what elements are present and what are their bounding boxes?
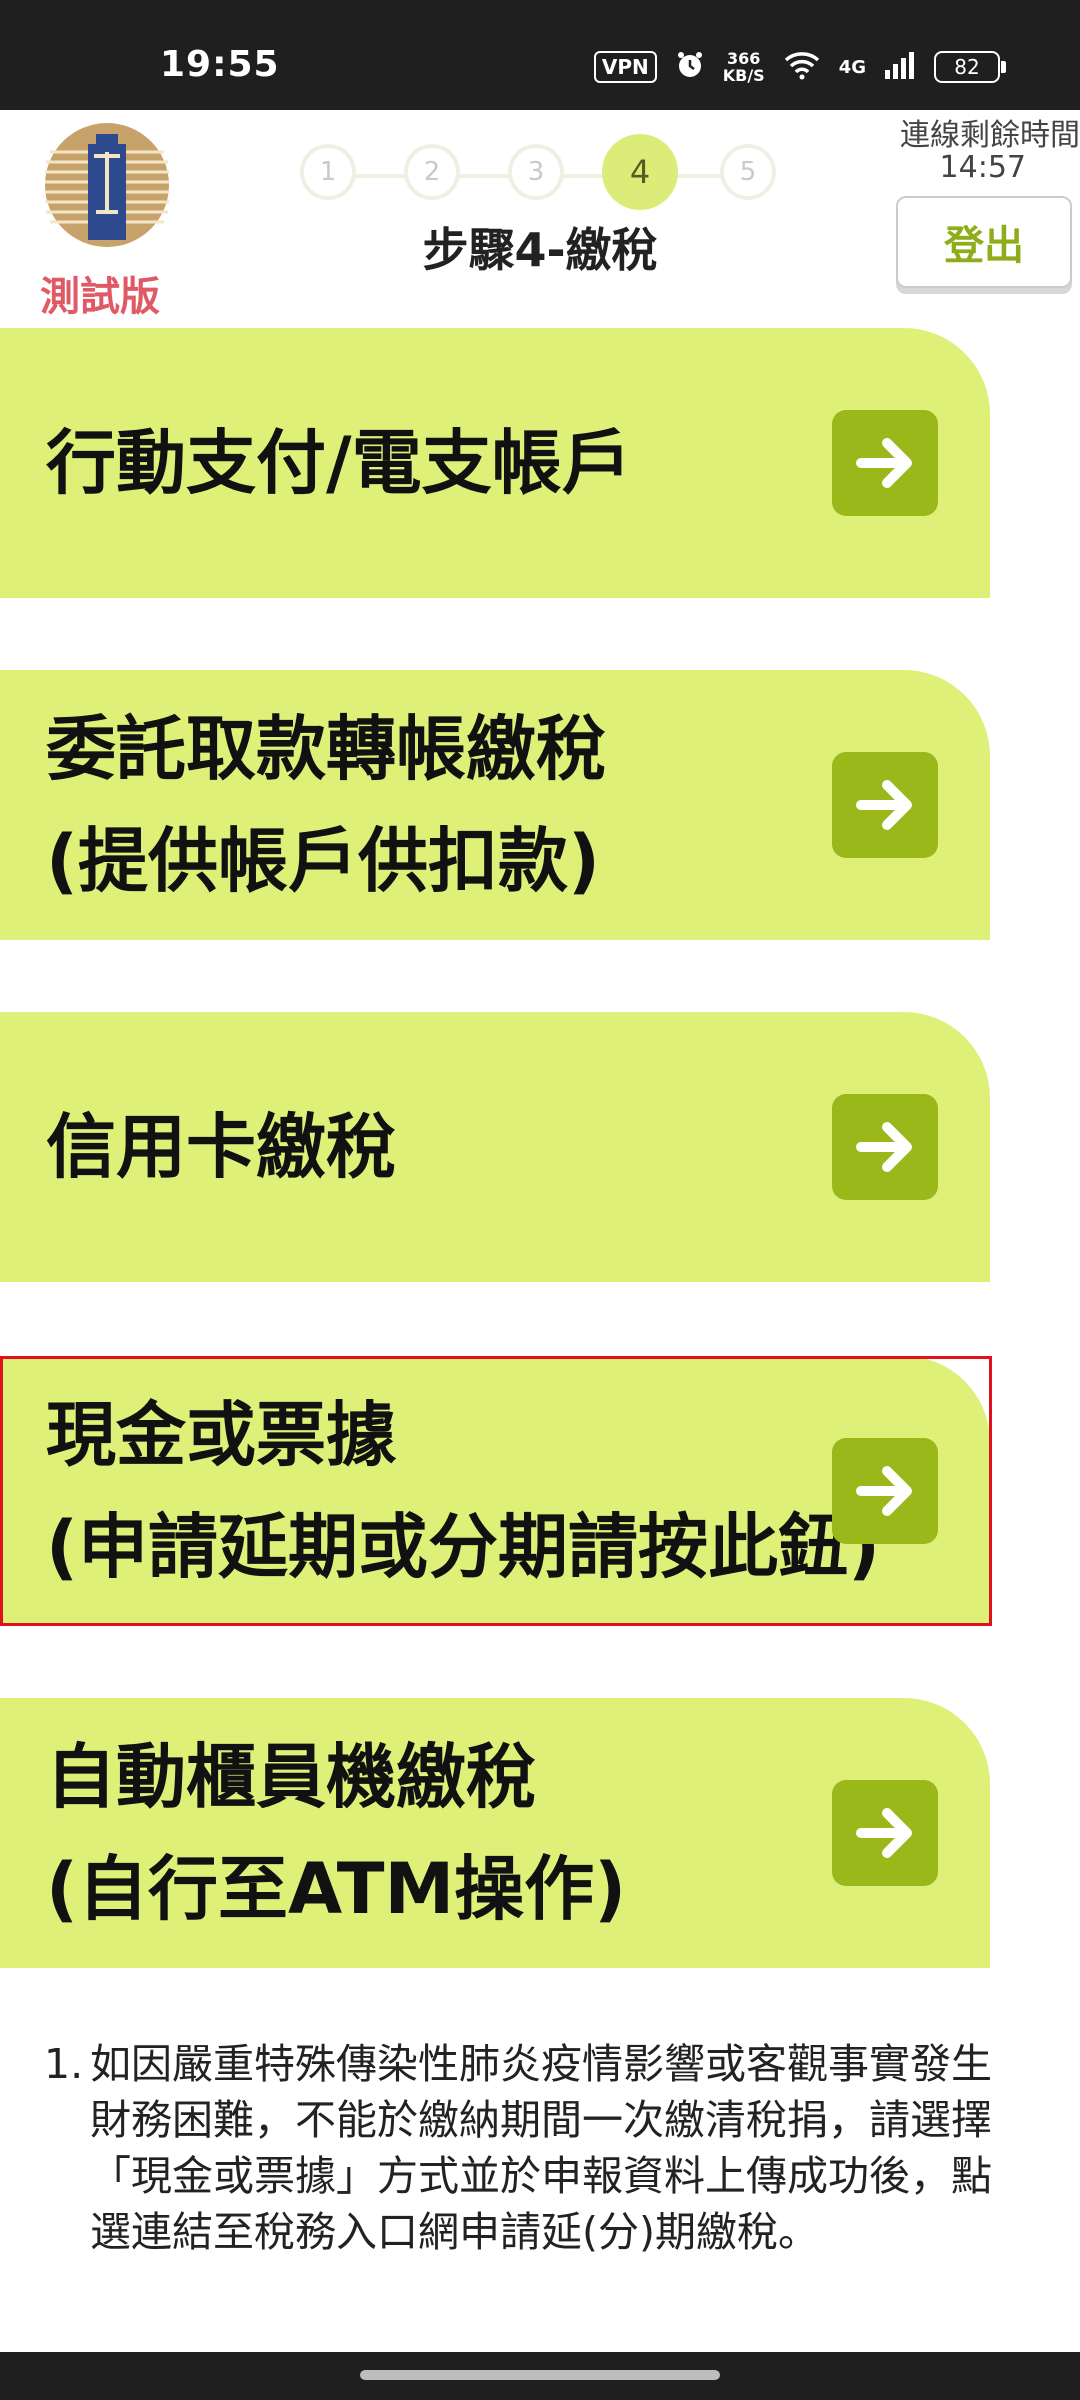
- step-1: 1: [300, 144, 356, 200]
- option-credit-card[interactable]: 信用卡繳稅: [0, 1012, 990, 1282]
- option-line: 行動支付/電支帳戶: [46, 422, 632, 504]
- step-2: 2: [404, 144, 460, 200]
- network-speed: 366 KB/S: [723, 50, 765, 84]
- network-type: 4G: [838, 56, 866, 78]
- arrow-right-button[interactable]: [832, 410, 938, 516]
- arrow-right-icon: [856, 1122, 912, 1172]
- status-time: 19:55: [160, 44, 280, 85]
- arrow-right-button[interactable]: [832, 1094, 938, 1200]
- option-label: 現金或票據 (申請延期或分期請按此鈕): [46, 1379, 880, 1603]
- home-gesture-handle[interactable]: [360, 2370, 720, 2380]
- option-label: 委託取款轉帳繳稅 (提供帳戶供扣款): [46, 693, 810, 917]
- option-subline: (申請延期或分期請按此鈕): [46, 1506, 880, 1588]
- note-item: 1. 如因嚴重特殊傳染性肺炎疫情影響或客觀事實發生財務困難，不能於繳納期間一次繳…: [44, 2036, 1004, 2260]
- vpn-icon: VPN: [593, 51, 657, 83]
- session-remaining-time: 14:57: [939, 150, 1026, 185]
- status-icons: VPN 366 KB/S 4G 82: [593, 50, 1006, 84]
- note-number: 1.: [44, 2040, 84, 2088]
- navigation-bar: [0, 2352, 1080, 2400]
- option-line: 自動櫃員機繳稅: [46, 1736, 536, 1818]
- ministry-logo: [45, 123, 169, 247]
- app-header: 測試版 1 2 3 4 5 步驟4-繳稅 連線剩餘時間 14:57 登出: [0, 110, 1080, 320]
- option-atm[interactable]: 自動櫃員機繳稅 (自行至ATM操作): [0, 1698, 990, 1968]
- wifi-icon: [783, 50, 821, 84]
- step-3: 3: [508, 144, 564, 200]
- arrow-right-icon: [856, 1466, 912, 1516]
- notes-section: 1. 如因嚴重特殊傳染性肺炎疫情影響或客觀事實發生財務困難，不能於繳納期間一次繳…: [44, 2036, 1004, 2260]
- option-mobile-payment[interactable]: 行動支付/電支帳戶: [0, 328, 990, 598]
- option-line: 現金或票據: [46, 1394, 396, 1476]
- option-line: 信用卡繳稅: [46, 1106, 396, 1188]
- step-5: 5: [720, 144, 776, 200]
- step-indicator: 1 2 3 4 5: [300, 134, 780, 212]
- option-subline: (自行至ATM操作): [46, 1848, 627, 1930]
- option-subline: (提供帳戶供扣款): [46, 820, 600, 902]
- arrow-right-icon: [856, 438, 912, 488]
- note-text: 如因嚴重特殊傳染性肺炎疫情影響或客觀事實發生財務困難，不能於繳納期間一次繳清稅捐…: [90, 2040, 992, 2256]
- test-version-label: 測試版: [40, 274, 160, 320]
- alarm-icon: [675, 50, 705, 84]
- signal-icon: [884, 50, 916, 84]
- status-bar: 19:55 VPN 366 KB/S 4G 82: [0, 0, 1080, 110]
- step-4-active: 4: [602, 134, 678, 210]
- battery-icon: 82: [934, 51, 1006, 83]
- option-label: 行動支付/電支帳戶: [46, 407, 810, 519]
- session-remaining-label: 連線剩餘時間: [900, 118, 1080, 153]
- arrow-right-button[interactable]: [832, 1780, 938, 1886]
- option-cash-or-check[interactable]: 現金或票據 (申請延期或分期請按此鈕): [0, 1356, 990, 1626]
- option-label: 信用卡繳稅: [46, 1091, 810, 1203]
- speed-unit: KB/S: [722, 66, 765, 85]
- arrow-right-icon: [856, 780, 912, 830]
- page-title: 步驟4-繳稅: [422, 223, 658, 277]
- arrow-right-button[interactable]: [832, 1438, 938, 1544]
- arrow-right-icon: [856, 1808, 912, 1858]
- arrow-right-button[interactable]: [832, 752, 938, 858]
- option-direct-debit[interactable]: 委託取款轉帳繳稅 (提供帳戶供扣款): [0, 670, 990, 940]
- logout-button[interactable]: 登出: [896, 196, 1072, 288]
- option-line: 委託取款轉帳繳稅: [46, 708, 606, 790]
- option-label: 自動櫃員機繳稅 (自行至ATM操作): [46, 1721, 810, 1945]
